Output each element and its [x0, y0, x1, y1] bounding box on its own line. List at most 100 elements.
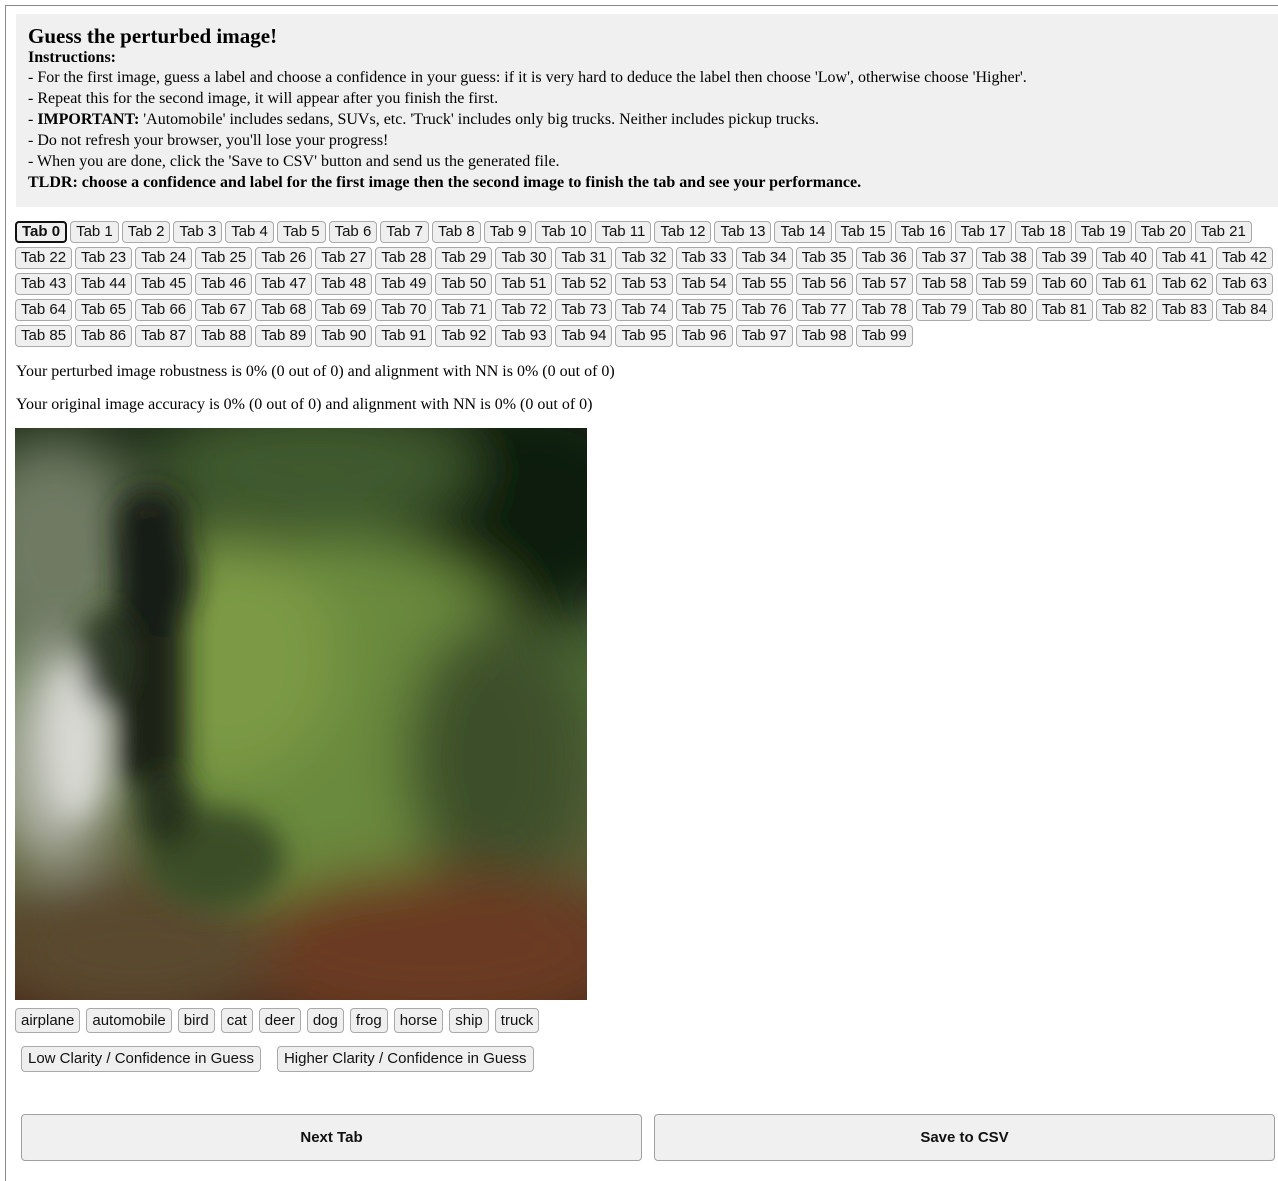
label-button-bird[interactable]: bird [177, 1008, 215, 1033]
tab-97[interactable]: Tab 97 [735, 325, 793, 347]
tab-32[interactable]: Tab 32 [615, 247, 673, 269]
tab-72[interactable]: Tab 72 [495, 299, 553, 321]
tab-38[interactable]: Tab 38 [975, 247, 1033, 269]
label-button-horse[interactable]: horse [393, 1008, 444, 1033]
tab-34[interactable]: Tab 34 [735, 247, 793, 269]
tab-29[interactable]: Tab 29 [435, 247, 493, 269]
tab-60[interactable]: Tab 60 [1035, 273, 1093, 295]
tab-3[interactable]: Tab 3 [173, 221, 223, 243]
tab-62[interactable]: Tab 62 [1155, 273, 1213, 295]
tab-41[interactable]: Tab 41 [1155, 247, 1213, 269]
tab-28[interactable]: Tab 28 [375, 247, 433, 269]
tab-33[interactable]: Tab 33 [675, 247, 733, 269]
tab-11[interactable]: Tab 11 [595, 221, 652, 243]
tab-7[interactable]: Tab 7 [380, 221, 429, 243]
tab-89[interactable]: Tab 89 [255, 325, 313, 347]
tab-68[interactable]: Tab 68 [255, 299, 313, 321]
tab-78[interactable]: Tab 78 [855, 299, 913, 321]
tab-61[interactable]: Tab 61 [1095, 273, 1153, 295]
label-button-automobile[interactable]: automobile [86, 1008, 172, 1033]
tab-4[interactable]: Tab 4 [225, 221, 274, 243]
tab-24[interactable]: Tab 24 [135, 247, 193, 269]
label-button-deer[interactable]: deer [258, 1008, 301, 1033]
tab-85[interactable]: Tab 85 [15, 325, 73, 347]
tab-19[interactable]: Tab 19 [1074, 221, 1132, 243]
tab-1[interactable]: Tab 1 [70, 221, 119, 243]
label-button-ship[interactable]: ship [449, 1008, 489, 1033]
tab-37[interactable]: Tab 37 [915, 247, 973, 269]
tab-70[interactable]: Tab 70 [375, 299, 433, 321]
tab-17[interactable]: Tab 17 [954, 221, 1012, 243]
tab-76[interactable]: Tab 76 [735, 299, 793, 321]
tab-86[interactable]: Tab 86 [75, 325, 133, 347]
tab-43[interactable]: Tab 43 [15, 273, 73, 295]
tab-65[interactable]: Tab 65 [75, 299, 133, 321]
tab-73[interactable]: Tab 73 [555, 299, 613, 321]
tab-67[interactable]: Tab 67 [195, 299, 253, 321]
tab-10[interactable]: Tab 10 [535, 221, 593, 243]
tab-74[interactable]: Tab 74 [615, 299, 673, 321]
tab-42[interactable]: Tab 42 [1215, 247, 1273, 269]
tab-81[interactable]: Tab 81 [1035, 299, 1093, 321]
tab-84[interactable]: Tab 84 [1215, 299, 1273, 321]
tab-82[interactable]: Tab 82 [1095, 299, 1153, 321]
tab-87[interactable]: Tab 87 [135, 325, 193, 347]
label-button-airplane[interactable]: airplane [15, 1008, 81, 1033]
tab-88[interactable]: Tab 88 [195, 325, 253, 347]
tab-27[interactable]: Tab 27 [315, 247, 373, 269]
tab-98[interactable]: Tab 98 [795, 325, 853, 347]
label-button-dog[interactable]: dog [306, 1008, 344, 1033]
tab-44[interactable]: Tab 44 [75, 273, 133, 295]
tab-39[interactable]: Tab 39 [1035, 247, 1093, 269]
tab-79[interactable]: Tab 79 [915, 299, 973, 321]
tab-40[interactable]: Tab 40 [1095, 247, 1153, 269]
tab-15[interactable]: Tab 15 [834, 221, 892, 243]
tab-66[interactable]: Tab 66 [135, 299, 193, 321]
tab-12[interactable]: Tab 12 [654, 221, 712, 243]
tab-58[interactable]: Tab 58 [915, 273, 973, 295]
tab-20[interactable]: Tab 20 [1134, 221, 1192, 243]
low-confidence-button[interactable]: Low Clarity / Confidence in Guess [21, 1046, 261, 1072]
tab-77[interactable]: Tab 77 [795, 299, 853, 321]
tab-2[interactable]: Tab 2 [121, 221, 171, 243]
tab-56[interactable]: Tab 56 [795, 273, 853, 295]
tab-31[interactable]: Tab 31 [555, 247, 613, 269]
tab-30[interactable]: Tab 30 [495, 247, 553, 269]
tab-51[interactable]: Tab 51 [495, 273, 553, 295]
tab-50[interactable]: Tab 50 [435, 273, 493, 295]
tab-91[interactable]: Tab 91 [375, 325, 433, 347]
tab-48[interactable]: Tab 48 [315, 273, 373, 295]
tab-47[interactable]: Tab 47 [255, 273, 313, 295]
tab-53[interactable]: Tab 53 [615, 273, 673, 295]
high-confidence-button[interactable]: Higher Clarity / Confidence in Guess [276, 1046, 534, 1072]
tab-13[interactable]: Tab 13 [714, 221, 772, 243]
tab-5[interactable]: Tab 5 [276, 221, 326, 243]
tab-23[interactable]: Tab 23 [75, 247, 133, 269]
tab-35[interactable]: Tab 35 [795, 247, 853, 269]
tab-99[interactable]: Tab 99 [855, 325, 913, 347]
tab-54[interactable]: Tab 54 [675, 273, 733, 295]
tab-80[interactable]: Tab 80 [975, 299, 1033, 321]
tab-90[interactable]: Tab 90 [315, 325, 373, 347]
tab-16[interactable]: Tab 16 [894, 221, 952, 243]
label-button-cat[interactable]: cat [220, 1008, 253, 1033]
tab-8[interactable]: Tab 8 [432, 221, 481, 243]
tab-25[interactable]: Tab 25 [195, 247, 253, 269]
tab-94[interactable]: Tab 94 [555, 325, 613, 347]
tab-69[interactable]: Tab 69 [315, 299, 373, 321]
tab-92[interactable]: Tab 92 [435, 325, 493, 347]
tab-52[interactable]: Tab 52 [555, 273, 613, 295]
label-button-frog[interactable]: frog [349, 1008, 388, 1033]
tab-59[interactable]: Tab 59 [975, 273, 1033, 295]
tab-93[interactable]: Tab 93 [495, 325, 553, 347]
tab-95[interactable]: Tab 95 [615, 325, 673, 347]
tab-36[interactable]: Tab 36 [855, 247, 913, 269]
tab-0[interactable]: Tab 0 [15, 221, 68, 243]
tab-55[interactable]: Tab 55 [735, 273, 793, 295]
label-button-truck[interactable]: truck [494, 1008, 540, 1033]
save-to-csv-button[interactable]: Save to CSV [654, 1114, 1275, 1161]
tab-45[interactable]: Tab 45 [135, 273, 193, 295]
tab-18[interactable]: Tab 18 [1014, 221, 1072, 243]
tab-46[interactable]: Tab 46 [195, 273, 253, 295]
tab-9[interactable]: Tab 9 [483, 221, 533, 243]
